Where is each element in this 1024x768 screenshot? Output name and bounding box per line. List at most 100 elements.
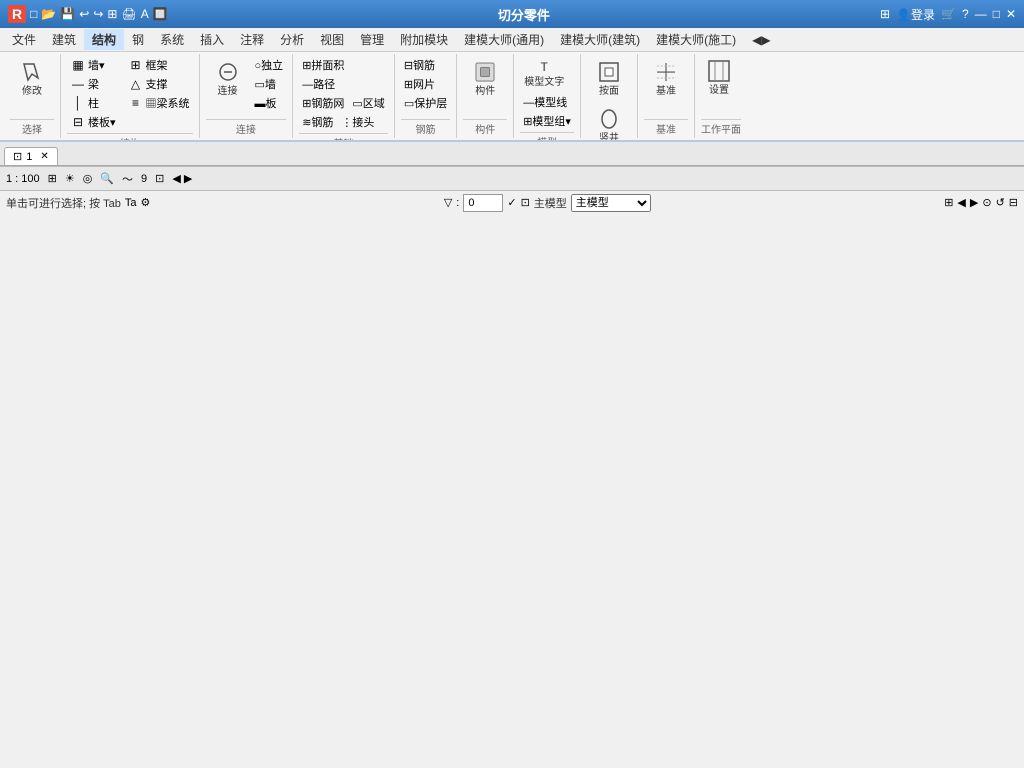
print-btn[interactable]: 🖨 xyxy=(121,7,136,21)
beam-icon: — xyxy=(70,76,86,92)
ribbon-btn-model-text[interactable]: T 模型文字 xyxy=(520,56,568,92)
snap-toggle[interactable]: ◎ xyxy=(83,172,93,185)
status-icon-5[interactable]: ↺ xyxy=(996,196,1005,209)
ribbon-btn-component[interactable]: 构件 xyxy=(463,56,507,102)
grid-toggle[interactable]: ⊞ xyxy=(48,172,57,185)
status-icon-6[interactable]: ⊟ xyxy=(1009,196,1018,209)
command-input[interactable] xyxy=(463,194,503,212)
menu-view[interactable]: 视图 xyxy=(312,29,352,50)
menu-modmaster-const[interactable]: 建模大师(施工) xyxy=(648,29,744,50)
view-toggle[interactable]: ⊡ xyxy=(155,172,164,185)
ribbon-btn-cover[interactable]: ▭保护层 xyxy=(401,94,450,112)
ribbon-btn-frame[interactable]: ⊞ 框架 xyxy=(125,56,171,74)
ribbon-btn-path[interactable]: —路径 xyxy=(299,75,338,93)
menu-insert[interactable]: 插入 xyxy=(192,29,232,50)
ribbon-btn-shaft[interactable]: 竖井 xyxy=(587,103,631,142)
filter-icon[interactable]: ▽ xyxy=(444,196,452,209)
ribbon-btn-isolated[interactable]: ○独立 xyxy=(252,56,287,74)
check-icon[interactable]: ✓ xyxy=(507,196,516,209)
ribbon-btn-byface[interactable]: 按面 xyxy=(587,56,631,102)
help-btn[interactable]: ? xyxy=(962,7,969,21)
menu-file[interactable]: 文件 xyxy=(4,29,44,50)
hint-text: 单击可进行选择; 按 Tab xyxy=(6,195,121,211)
rebar-group-label: 钢筋 xyxy=(401,119,450,136)
menu-steel[interactable]: 钢 xyxy=(124,29,152,50)
menu-more[interactable]: ◀▶ xyxy=(744,31,778,49)
cursor-icon: ⚙ xyxy=(141,196,151,209)
ribbon-btn-floor[interactable]: ⊟ 楼板▾ xyxy=(67,113,119,131)
ribbon-btn-rebarnet[interactable]: ⊞钢筋网 xyxy=(299,94,347,112)
menu-structure[interactable]: 结构 xyxy=(84,29,124,50)
modify-label: 修改 xyxy=(22,86,42,98)
collab-btn[interactable]: ⊞ xyxy=(880,7,890,21)
ribbon-btn-rebar2[interactable]: ⊟钢筋 xyxy=(401,56,450,74)
menu-modmaster-general[interactable]: 建模大师(通用) xyxy=(456,29,552,50)
undo-btn[interactable]: ↩ xyxy=(79,7,89,21)
ribbon-btn-column[interactable]: │ 柱 xyxy=(67,94,102,112)
login-btn[interactable]: 👤登录 xyxy=(896,6,935,23)
datum-icon xyxy=(654,60,678,84)
ribbon-btn-zone[interactable]: ▭区域 xyxy=(349,94,387,112)
ribbon-btn-model-line[interactable]: —模型线 xyxy=(520,93,570,111)
ribbon-btn-connect[interactable]: 连接 xyxy=(206,56,250,102)
select-group-label: 选择 xyxy=(10,119,54,136)
save-btn[interactable]: 💾 xyxy=(60,7,75,21)
menu-manage[interactable]: 管理 xyxy=(352,29,392,50)
expand-icon[interactable]: ⊡ xyxy=(521,196,530,209)
ribbon-btn-slab[interactable]: ▬板 xyxy=(252,94,287,112)
new-btn[interactable]: □ xyxy=(30,7,37,21)
menu-architecture[interactable]: 建筑 xyxy=(44,29,84,50)
beamsys-icon: ≡ xyxy=(128,95,144,111)
tab-close-btn[interactable]: ✕ xyxy=(40,151,48,162)
ribbon-btn-brace[interactable]: △ 支撑 xyxy=(125,75,171,93)
app-logo[interactable]: R xyxy=(8,5,26,23)
ribbon-group-datum: 基准 基准 xyxy=(638,54,695,138)
title-bar: R □ 📂 💾 ↩ ↪ ⊞ 🖨 A 🔲 切分零件 ⊞ 👤登录 🛒 ? — □ ✕ xyxy=(0,0,1024,28)
ribbon-group-select: 修改 选择 xyxy=(4,54,61,138)
workplane-group-label: 工作平面 xyxy=(701,119,741,136)
maximize-btn[interactable]: □ xyxy=(993,7,1000,21)
ribbon-btn-wall[interactable]: ▦ 墙▾ xyxy=(67,56,108,74)
title-bar-left: R □ 📂 💾 ↩ ↪ ⊞ 🖨 A 🔲 xyxy=(8,5,168,23)
scroll-indicator[interactable]: ◀ ▶ xyxy=(172,172,192,185)
view-tab-1[interactable]: ⊡ 1 ✕ xyxy=(4,147,58,165)
component-group-label: 构件 xyxy=(463,119,507,136)
component-icon xyxy=(473,60,497,84)
open-btn[interactable]: 📂 xyxy=(41,7,56,21)
ribbon-btn-datum[interactable]: 基准 xyxy=(644,56,688,102)
status-icon-1[interactable]: ⊞ xyxy=(944,196,953,209)
status-icon-2[interactable]: ◀ xyxy=(957,196,965,209)
status-icon-3[interactable]: ▶ xyxy=(970,196,978,209)
model-select[interactable]: 主模型 xyxy=(571,194,651,212)
ribbon-btn-beamsys[interactable]: ≡ ▦梁系统 xyxy=(125,94,193,112)
close-btn[interactable]: ✕ xyxy=(1006,7,1016,21)
ribbon-btn-modify[interactable]: 修改 xyxy=(10,56,54,102)
ribbon-btn-beam[interactable]: — 梁 xyxy=(67,75,102,93)
wave-toggle[interactable]: 〜 xyxy=(122,171,133,187)
ribbon-btn-mesh[interactable]: ⊞网片 xyxy=(401,75,450,93)
ribbon-btn-coupler[interactable]: ⋮接头 xyxy=(338,113,377,131)
title-bar-right: ⊞ 👤登录 🛒 ? — □ ✕ xyxy=(880,6,1016,23)
ribbon-btn-tiledarea[interactable]: ⊞拼面积 xyxy=(299,56,347,74)
menu-addons[interactable]: 附加模块 xyxy=(392,29,456,50)
menu-analyze[interactable]: 分析 xyxy=(272,29,312,50)
minimize-btn[interactable]: — xyxy=(975,7,987,21)
sun-toggle[interactable]: ☀ xyxy=(65,172,75,185)
column-icon: │ xyxy=(70,95,86,111)
ribbon-btn-model-group[interactable]: ⊞模型组▾ xyxy=(520,112,574,130)
cart-btn[interactable]: 🛒 xyxy=(941,7,956,21)
zoom-toggle[interactable]: 🔍 xyxy=(100,172,114,185)
ribbon-btn-wall2[interactable]: ▭墙 xyxy=(252,75,287,93)
menu-annotate[interactable]: 注释 xyxy=(232,29,272,50)
ribbon-btn-rebar[interactable]: ≋钢筋 xyxy=(299,113,336,131)
menu-system[interactable]: 系统 xyxy=(152,29,192,50)
annotate-btn[interactable]: A xyxy=(141,7,149,21)
foundation-group-label: 基础 xyxy=(299,133,388,142)
menu-modmaster-arch[interactable]: 建模大师(建筑) xyxy=(552,29,648,50)
ribbon-btn-settings[interactable]: 设置 xyxy=(701,56,737,100)
status-icon-4[interactable]: ⊙ xyxy=(982,196,991,209)
scale-indicator: 1 : 100 xyxy=(6,173,40,185)
sync-btn[interactable]: ⊞ xyxy=(107,7,117,21)
search-btn[interactable]: 🔲 xyxy=(153,7,168,21)
redo-btn[interactable]: ↪ xyxy=(93,7,103,21)
